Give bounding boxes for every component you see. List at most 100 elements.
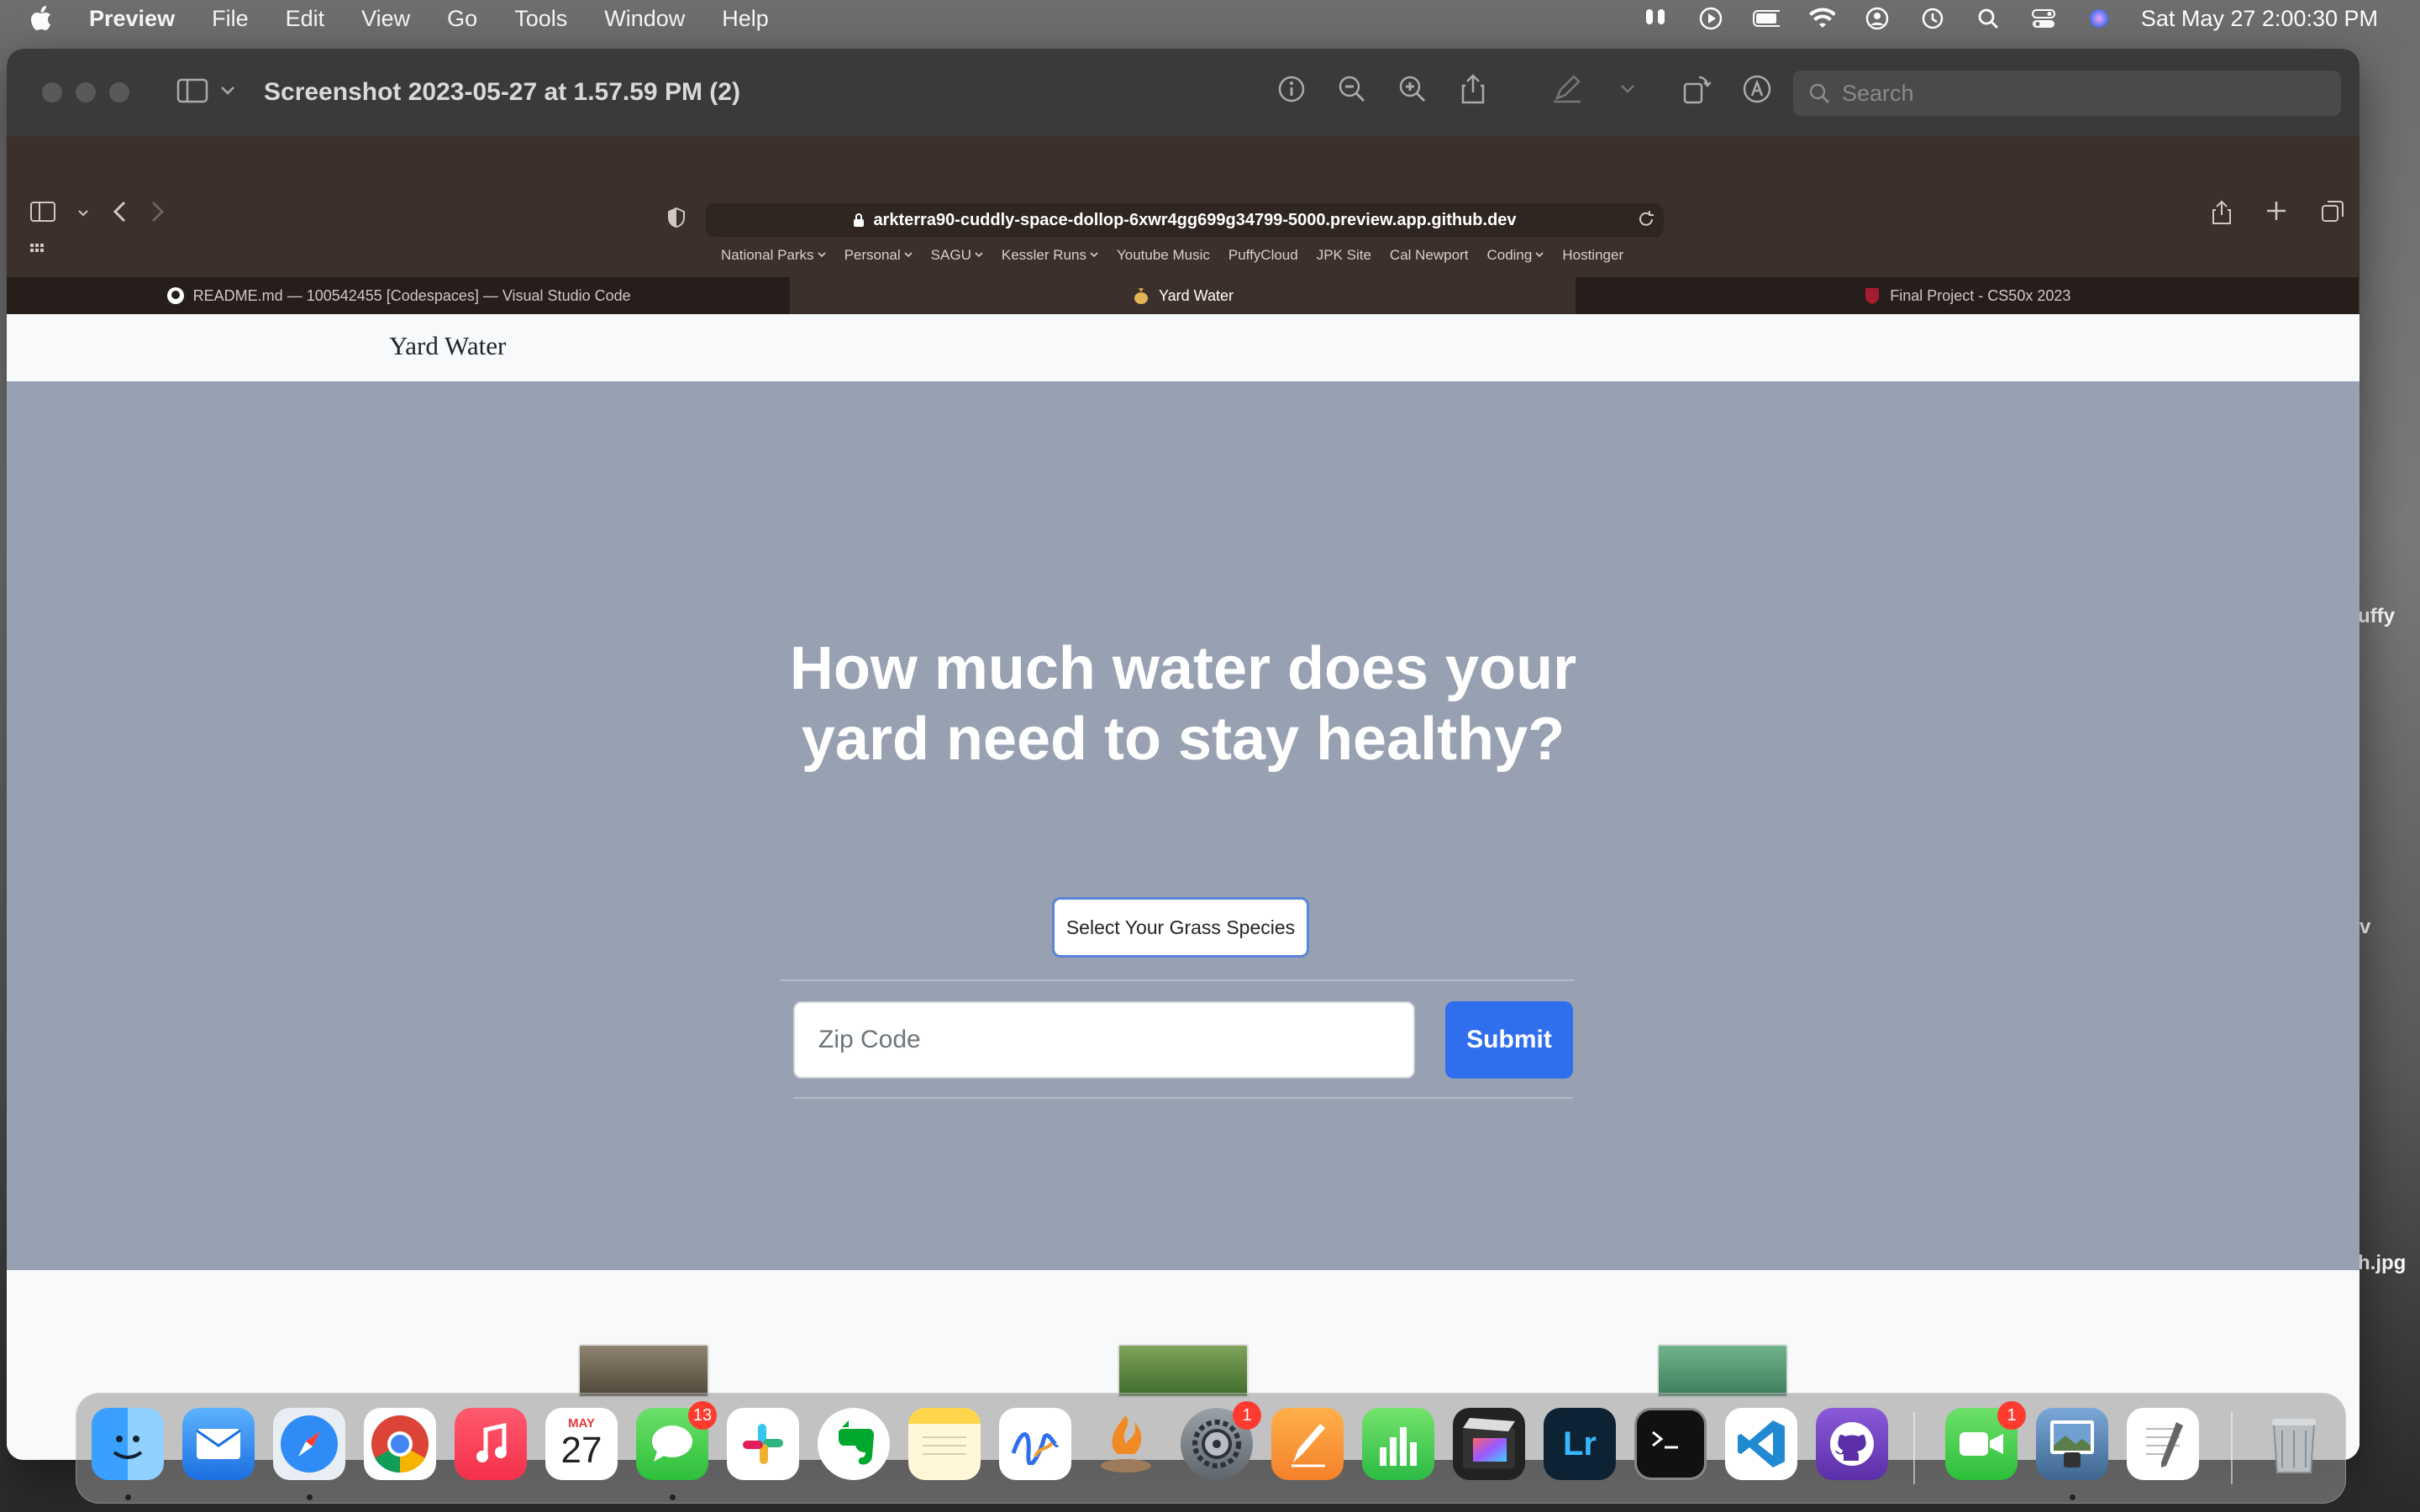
submit-button: Submit: [1445, 1001, 1573, 1079]
evernote-icon[interactable]: [818, 1408, 890, 1480]
reload-icon: [1637, 210, 1655, 228]
zoom-in-icon[interactable]: [1397, 72, 1428, 106]
user-account-icon[interactable]: [1864, 7, 1891, 30]
search-icon: [1808, 82, 1830, 104]
menu-view[interactable]: View: [361, 6, 410, 32]
info-icon[interactable]: [1276, 72, 1307, 106]
dock-separator: [2231, 1412, 2233, 1484]
github-icon: [166, 286, 185, 305]
sidebar-icon: [30, 202, 55, 226]
sidebar-icon: [176, 78, 208, 108]
calendar-icon[interactable]: MAY 27: [545, 1408, 618, 1480]
chevron-down-icon: [904, 252, 913, 258]
thumbnail-image: [1118, 1344, 1249, 1398]
freeform-icon[interactable]: [999, 1408, 1071, 1480]
tab-vscode: README.md — 100542455 [Codespaces] — Vis…: [7, 277, 792, 314]
new-tab-plus-icon: [2265, 200, 2287, 229]
sidebar-toggle-button[interactable]: [176, 78, 235, 108]
calendar-day: 27: [560, 1430, 602, 1471]
chevron-down-icon: [817, 252, 826, 258]
thumbnail-image: [1657, 1344, 1788, 1398]
preview-titlebar: Screenshot 2023-05-27 at 1.57.59 PM (2): [7, 49, 2360, 136]
chevron-down-icon: [1090, 252, 1098, 258]
time-machine-icon[interactable]: [1919, 8, 1946, 29]
preview-search-field[interactable]: Search: [1793, 71, 2341, 116]
battery-icon[interactable]: [1752, 8, 1780, 29]
harvard-shield-icon: [1863, 286, 1881, 305]
close-window-button[interactable]: [42, 82, 62, 102]
running-indicator: [307, 1494, 313, 1500]
vscode-icon[interactable]: [1725, 1408, 1797, 1480]
notification-badge: 1: [1233, 1401, 1261, 1430]
menu-clock[interactable]: Sat May 27 2:00:30 PM: [2141, 6, 2378, 32]
menu-window[interactable]: Window: [604, 6, 685, 32]
desktop-file-label: uffy: [2358, 605, 2395, 627]
chevron-down-icon[interactable]: [1612, 72, 1644, 106]
chevron-down-icon: [975, 252, 983, 258]
zoom-out-icon[interactable]: [1336, 72, 1368, 106]
textedit-icon[interactable]: [2127, 1408, 2199, 1480]
menu-file[interactable]: File: [212, 6, 249, 32]
running-indicator: [670, 1494, 676, 1500]
play-icon[interactable]: [1697, 7, 1724, 30]
zoom-window-button[interactable]: [109, 82, 129, 102]
safari-toolbar: arkterra90-cuddly-space-dollop-6xwr4gg69…: [7, 136, 2360, 277]
menu-app-name[interactable]: Preview: [89, 6, 175, 32]
slack-icon[interactable]: [727, 1408, 799, 1480]
trash-icon[interactable]: [2258, 1408, 2330, 1480]
menu-help[interactable]: Help: [722, 6, 769, 32]
bookmark-item: SAGU: [931, 247, 983, 264]
wifi-icon[interactable]: [1808, 8, 1835, 29]
menu-tools[interactable]: Tools: [514, 6, 567, 32]
zip-code-input: Zip Code: [793, 1001, 1415, 1079]
facetime-icon[interactable]: 1: [1945, 1401, 2026, 1480]
messages-icon[interactable]: 13: [636, 1401, 717, 1480]
tab-label: README.md — 100542455 [Codespaces] — Vis…: [192, 286, 631, 304]
bookmark-item: JPK Site: [1316, 247, 1371, 263]
safari-icon[interactable]: [273, 1408, 345, 1480]
preview-app-icon[interactable]: [2036, 1408, 2108, 1480]
safari-tab-bar: README.md — 100542455 [Codespaces] — Vis…: [7, 277, 2360, 314]
select-grass-species-button: Select Your Grass Species: [1052, 897, 1309, 958]
github-desktop-icon[interactable]: [1816, 1408, 1888, 1480]
search-placeholder: Search: [1842, 80, 1914, 106]
menu-edit[interactable]: Edit: [286, 6, 325, 32]
terminal-icon[interactable]: [1634, 1408, 1707, 1480]
markup-circle-icon[interactable]: [1741, 72, 1773, 106]
final-cut-pro-icon[interactable]: [1453, 1408, 1525, 1480]
minimize-window-button[interactable]: [76, 82, 96, 102]
bookmark-item: Hostinger: [1562, 247, 1624, 263]
chrome-icon[interactable]: [364, 1408, 436, 1480]
lightroom-icon[interactable]: Lr: [1544, 1408, 1616, 1480]
privacy-shield-icon: [667, 207, 686, 228]
bookmark-item: PuffyCloud: [1228, 247, 1298, 263]
music-icon[interactable]: [455, 1408, 527, 1480]
finder-icon[interactable]: [92, 1408, 164, 1480]
control-center-icon[interactable]: [2030, 8, 2057, 29]
spotlight-search-icon[interactable]: [1975, 8, 2002, 29]
markup-pen-icon[interactable]: [1551, 72, 1583, 106]
numbers-icon[interactable]: [1362, 1408, 1434, 1480]
screenshot-image: arkterra90-cuddly-space-dollop-6xwr4gg69…: [7, 136, 2360, 1460]
notes-icon[interactable]: [908, 1408, 981, 1480]
hero-heading-line: How much water does your: [789, 635, 1577, 702]
window-controls: [42, 82, 129, 102]
desktop-file-label: h.jpg: [2358, 1252, 2407, 1274]
system-settings-icon[interactable]: 1: [1181, 1401, 1261, 1480]
url-text: arkterra90-cuddly-space-dollop-6xwr4gg69…: [873, 210, 1517, 229]
airpods-icon[interactable]: [1642, 8, 1669, 29]
address-bar: arkterra90-cuddly-space-dollop-6xwr4gg69…: [706, 203, 1664, 237]
share-icon[interactable]: [1457, 72, 1489, 106]
campfire-app-icon[interactable]: [1090, 1408, 1162, 1480]
pages-icon[interactable]: [1271, 1408, 1344, 1480]
bookmark-item: National Parks: [721, 247, 826, 264]
mail-icon[interactable]: [182, 1408, 255, 1480]
tab-label: Yard Water: [1158, 286, 1234, 304]
apple-menu-icon[interactable]: [30, 6, 64, 31]
siri-icon[interactable]: [2086, 8, 2112, 29]
document-title: Screenshot 2023-05-27 at 1.57.59 PM (2): [264, 78, 740, 106]
notification-badge: 1: [1997, 1401, 2026, 1430]
menu-go[interactable]: Go: [447, 6, 477, 32]
notification-badge: 13: [688, 1401, 717, 1430]
rotate-icon[interactable]: [1681, 72, 1712, 106]
